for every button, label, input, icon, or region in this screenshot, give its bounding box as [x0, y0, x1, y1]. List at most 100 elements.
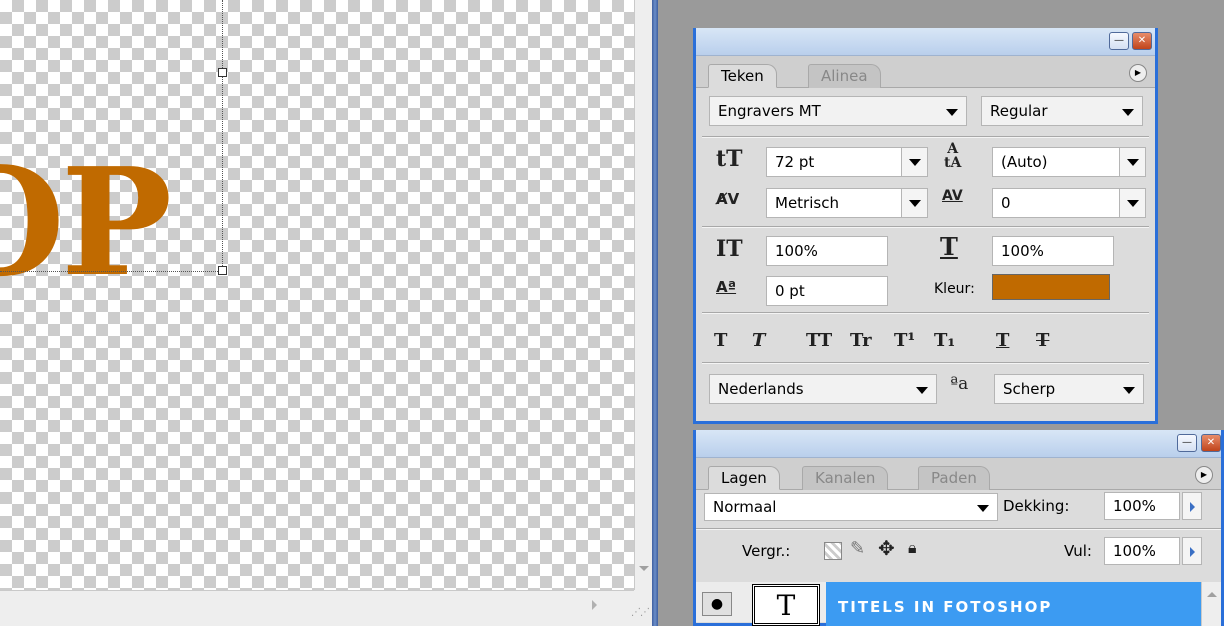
font-size-dropdown-button[interactable]: [901, 148, 927, 176]
chevron-down-icon: [977, 505, 989, 512]
lock-label: Vergr.:: [742, 542, 791, 560]
strikethrough-button[interactable]: T: [1036, 330, 1049, 351]
vertical-scale-icon: IT: [716, 236, 743, 262]
layer-thumbnail-text-icon: T: [752, 584, 820, 626]
color-swatch[interactable]: [992, 274, 1110, 300]
canvas-text-layer[interactable]: OP: [0, 148, 172, 296]
canvas[interactable]: OP: [0, 0, 634, 590]
layer-row[interactable]: ● T TITELS IN FOTOSHOP: [696, 582, 1221, 626]
fill-slider-button[interactable]: [1182, 537, 1202, 565]
tab-lagen[interactable]: Lagen: [708, 466, 780, 490]
chevron-down-icon: [1127, 159, 1139, 166]
tracking-value: 0: [1001, 194, 1011, 212]
chevron-down-icon: [909, 159, 921, 166]
leading-dropdown-button[interactable]: [1119, 148, 1145, 176]
font-family-dropdown[interactable]: Engravers MT: [709, 96, 967, 126]
character-palette-titlebar[interactable]: — ✕: [696, 28, 1155, 56]
lock-position-move-icon[interactable]: ✥: [878, 536, 895, 560]
language-dropdown[interactable]: Nederlands: [709, 374, 937, 404]
document-window: OP ⋰⋰: [0, 0, 652, 626]
fill-value: 100%: [1113, 542, 1156, 560]
vertical-scale-field[interactable]: 100%: [766, 236, 888, 266]
close-button[interactable]: ✕: [1132, 32, 1152, 50]
font-style-dropdown[interactable]: Regular: [981, 96, 1143, 126]
font-size-value: 72 pt: [775, 153, 815, 171]
layers-tab-row: Lagen Kanalen Paden ▶: [696, 458, 1221, 490]
resize-grip[interactable]: ⋰⋰: [631, 590, 652, 626]
text-bounding-box-edge-horizontal: [0, 271, 222, 272]
chevron-down-icon: [916, 387, 928, 394]
layer-name[interactable]: TITELS IN FOTOSHOP: [826, 582, 1201, 626]
layer-visibility-eye-icon[interactable]: ●: [702, 592, 732, 616]
chevron-down-icon: [1123, 387, 1135, 394]
lock-transparent-pixels-icon[interactable]: [824, 542, 842, 560]
faux-bold-button[interactable]: T: [714, 330, 727, 351]
kerning-value: Metrisch: [775, 194, 839, 212]
tab-teken[interactable]: Teken: [708, 64, 777, 88]
palette-menu-icon[interactable]: ▶: [1129, 64, 1147, 82]
baseline-shift-field[interactable]: 0 pt: [766, 276, 888, 306]
leading-icon: AtA: [944, 141, 962, 171]
antialias-dropdown[interactable]: Scherp: [994, 374, 1144, 404]
minimize-button[interactable]: —: [1109, 32, 1129, 50]
all-caps-button[interactable]: TT: [806, 330, 832, 351]
layers-scrollbar[interactable]: [1201, 582, 1221, 626]
minimize-button[interactable]: —: [1177, 434, 1197, 452]
fill-field[interactable]: 100%: [1104, 537, 1180, 565]
kerning-field[interactable]: Metrisch: [766, 188, 928, 218]
kerning-icon: A̸V: [716, 190, 740, 208]
tab-kanalen[interactable]: Kanalen: [802, 466, 889, 490]
chevron-right-icon: [1190, 547, 1195, 557]
tracking-dropdown-button[interactable]: [1119, 189, 1145, 217]
subscript-button[interactable]: T₁: [934, 330, 955, 351]
leading-value: (Auto): [1001, 153, 1048, 171]
horizontal-scrollbar[interactable]: [0, 590, 634, 626]
underline-button[interactable]: T: [996, 330, 1009, 351]
fill-label: Vul:: [1064, 542, 1092, 560]
resize-grip-icon: ⋰⋰: [631, 607, 650, 618]
blend-mode-dropdown[interactable]: Normaal: [704, 493, 998, 521]
separator: [702, 362, 1149, 364]
horizontal-scale-field[interactable]: 100%: [992, 236, 1114, 266]
tracking-field[interactable]: 0: [992, 188, 1146, 218]
tracking-icon: AV: [942, 188, 963, 204]
opacity-field[interactable]: 100%: [1104, 492, 1180, 520]
separator: [702, 136, 1149, 138]
lock-image-pixels-brush-icon[interactable]: ✎: [850, 538, 865, 559]
separator: [696, 528, 1221, 530]
opacity-label: Dekking:: [1003, 497, 1070, 515]
scroll-down-arrow-icon[interactable]: [639, 566, 649, 571]
kerning-dropdown-button[interactable]: [901, 189, 927, 217]
faux-italic-button[interactable]: T: [752, 330, 765, 351]
font-style-value: Regular: [990, 102, 1048, 120]
color-label: Kleur:: [934, 281, 975, 297]
baseline-shift-value: 0 pt: [775, 282, 805, 300]
separator: [702, 226, 1149, 228]
bounding-box-handle-bottom[interactable]: [218, 266, 227, 275]
window-frame: [652, 0, 658, 626]
leading-field[interactable]: (Auto): [992, 147, 1146, 177]
layers-palette: — ✕ Lagen Kanalen Paden ▶ Normaal Dekkin…: [693, 430, 1224, 626]
font-family-value: Engravers MT: [718, 102, 821, 120]
chevron-right-icon: [1190, 502, 1195, 512]
chevron-down-icon: [909, 200, 921, 207]
tab-alinea[interactable]: Alinea: [808, 64, 881, 88]
scroll-right-arrow-icon[interactable]: [592, 600, 597, 610]
superscript-button[interactable]: T¹: [894, 330, 915, 351]
antialias-value: Scherp: [1003, 380, 1056, 398]
scroll-up-arrow-icon[interactable]: [1207, 592, 1217, 597]
vertical-scrollbar[interactable]: [634, 0, 652, 590]
separator: [702, 312, 1149, 314]
lock-all-icon[interactable]: 🔒︎: [908, 538, 917, 558]
close-button[interactable]: ✕: [1201, 434, 1221, 452]
palette-menu-icon[interactable]: ▶: [1195, 466, 1213, 484]
font-size-field[interactable]: 72 pt: [766, 147, 928, 177]
vertical-scale-value: 100%: [775, 242, 818, 260]
tab-paden[interactable]: Paden: [918, 466, 990, 490]
bounding-box-handle-top[interactable]: [218, 68, 227, 77]
layers-palette-titlebar[interactable]: — ✕: [696, 430, 1221, 458]
blend-mode-value: Normaal: [713, 498, 777, 516]
small-caps-button[interactable]: Tr: [850, 330, 872, 351]
text-bounding-box-edge-vertical: [222, 0, 223, 272]
opacity-slider-button[interactable]: [1182, 492, 1202, 520]
